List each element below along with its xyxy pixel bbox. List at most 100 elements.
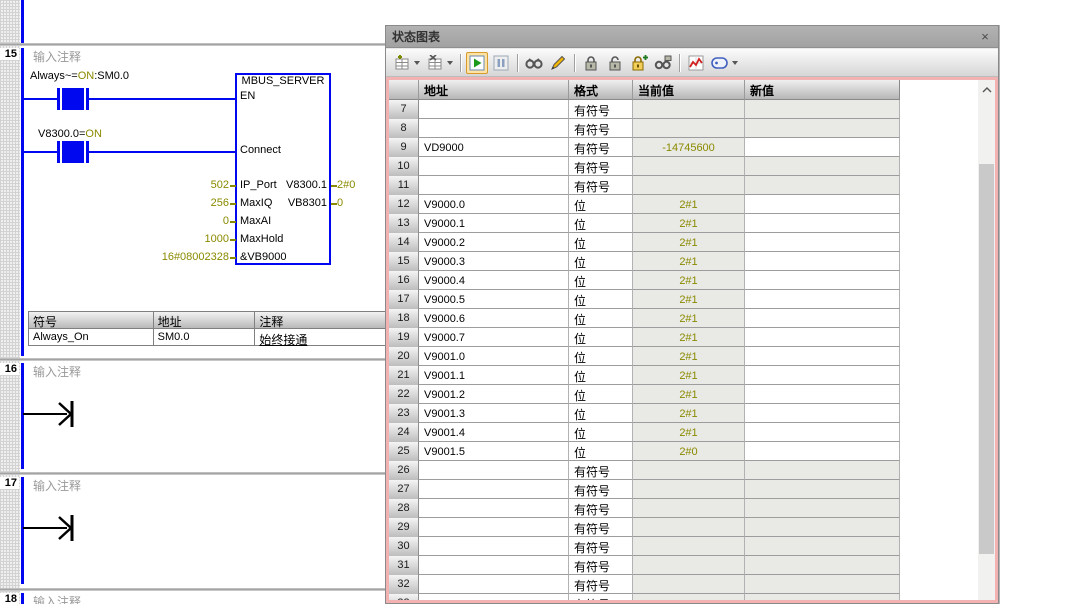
row-number[interactable]: 25 (389, 442, 419, 461)
row-number[interactable]: 33 (389, 594, 419, 603)
address-cell[interactable]: V9000.3 (419, 252, 569, 271)
address-cell[interactable] (419, 461, 569, 480)
format-cell[interactable]: 有符号 (569, 575, 633, 594)
format-cell[interactable]: 位 (569, 233, 633, 252)
row-number[interactable]: 10 (389, 157, 419, 176)
new-value-cell[interactable] (745, 404, 900, 423)
network-16-comment[interactable]: 输入注释 (33, 363, 81, 380)
format-cell[interactable]: 有符号 (569, 157, 633, 176)
row-number[interactable]: 27 (389, 480, 419, 499)
new-value-cell[interactable] (745, 594, 900, 603)
address-cell[interactable]: V9001.0 (419, 347, 569, 366)
bookmark-button[interactable] (709, 52, 731, 74)
trend-view-button[interactable] (685, 52, 707, 74)
address-column-header[interactable]: 地址 (419, 80, 569, 100)
contact-2[interactable] (57, 141, 60, 163)
row-number[interactable]: 31 (389, 556, 419, 575)
new-value-cell[interactable] (745, 518, 900, 537)
format-cell[interactable]: 位 (569, 385, 633, 404)
address-cell[interactable]: V9000.4 (419, 271, 569, 290)
row-number[interactable]: 32 (389, 575, 419, 594)
format-cell[interactable]: 位 (569, 404, 633, 423)
row-number[interactable]: 12 (389, 195, 419, 214)
contact-1-energized[interactable] (62, 88, 84, 110)
address-cell[interactable]: V9000.5 (419, 290, 569, 309)
address-cell[interactable]: V9000.7 (419, 328, 569, 347)
address-cell[interactable]: V9001.3 (419, 404, 569, 423)
network-15-comment[interactable]: 输入注释 (33, 48, 81, 65)
new-value-cell[interactable] (745, 214, 900, 233)
format-cell[interactable]: 位 (569, 442, 633, 461)
row-number[interactable]: 19 (389, 328, 419, 347)
new-value-cell[interactable] (745, 366, 900, 385)
address-cell[interactable] (419, 594, 569, 603)
new-value-cell[interactable] (745, 119, 900, 138)
address-cell[interactable] (419, 119, 569, 138)
open-branch-arrow-icon[interactable] (23, 514, 79, 542)
new-value-cell[interactable] (745, 157, 900, 176)
address-cell[interactable] (419, 499, 569, 518)
open-branch-arrow-icon[interactable] (23, 400, 79, 428)
address-cell[interactable] (419, 575, 569, 594)
row-number[interactable]: 13 (389, 214, 419, 233)
pause-status-button[interactable] (490, 52, 512, 74)
network-17-comment[interactable]: 输入注释 (33, 477, 81, 494)
new-value-cell[interactable] (745, 537, 900, 556)
operand-ip-port[interactable]: 502 (129, 179, 229, 191)
address-cell[interactable]: V9000.2 (419, 233, 569, 252)
new-value-cell[interactable] (745, 442, 900, 461)
new-value-cell[interactable] (745, 100, 900, 119)
new-value-cell[interactable] (745, 233, 900, 252)
new-value-cell[interactable] (745, 347, 900, 366)
new-value-cell[interactable] (745, 385, 900, 404)
new-value-cell[interactable] (745, 138, 900, 157)
format-cell[interactable]: 有符号 (569, 480, 633, 499)
scrollbar-thumb[interactable] (979, 164, 994, 554)
format-cell[interactable]: 有符号 (569, 461, 633, 480)
new-value-cell[interactable] (745, 195, 900, 214)
format-cell[interactable]: 位 (569, 309, 633, 328)
format-cell[interactable]: 有符号 (569, 138, 633, 157)
vertical-scrollbar[interactable] (978, 80, 995, 600)
unforce-button[interactable] (604, 52, 626, 74)
new-value-cell[interactable] (745, 575, 900, 594)
address-cell[interactable]: V9000.1 (419, 214, 569, 233)
operand-maxhold[interactable]: 1000 (129, 233, 229, 245)
format-cell[interactable]: 位 (569, 423, 633, 442)
contact-2-energized[interactable] (62, 141, 84, 163)
network-18-comment[interactable]: 输入注释 (33, 593, 81, 604)
operand-vb9000[interactable]: 16#08002328 (129, 251, 229, 263)
new-value-cell[interactable] (745, 556, 900, 575)
format-cell[interactable]: 有符号 (569, 594, 633, 603)
scroll-up-icon[interactable] (978, 82, 995, 97)
chevron-down-icon[interactable] (732, 61, 738, 65)
row-number[interactable]: 22 (389, 385, 419, 404)
new-value-cell[interactable] (745, 271, 900, 290)
format-cell[interactable]: 有符号 (569, 518, 633, 537)
format-cell[interactable]: 有符号 (569, 119, 633, 138)
new-value-cell[interactable] (745, 499, 900, 518)
format-cell[interactable]: 有符号 (569, 537, 633, 556)
row-number[interactable]: 29 (389, 518, 419, 537)
row-number[interactable]: 23 (389, 404, 419, 423)
row-number[interactable]: 17 (389, 290, 419, 309)
contact-1[interactable] (57, 88, 60, 110)
format-cell[interactable]: 有符号 (569, 100, 633, 119)
row-number[interactable]: 11 (389, 176, 419, 195)
address-cell[interactable] (419, 157, 569, 176)
format-cell[interactable]: 有符号 (569, 176, 633, 195)
operand-maxai[interactable]: 0 (129, 215, 229, 227)
address-cell[interactable]: V9001.2 (419, 385, 569, 404)
new-value-cell[interactable] (745, 290, 900, 309)
address-cell[interactable] (419, 176, 569, 195)
row-number[interactable]: 15 (389, 252, 419, 271)
new-value-column-header[interactable]: 新值 (745, 80, 900, 100)
format-cell[interactable]: 有符号 (569, 556, 633, 575)
current-value-column-header[interactable]: 当前值 (633, 80, 745, 100)
row-number[interactable]: 14 (389, 233, 419, 252)
new-value-cell[interactable] (745, 328, 900, 347)
new-value-cell[interactable] (745, 309, 900, 328)
address-cell[interactable]: V9001.4 (419, 423, 569, 442)
format-cell[interactable]: 位 (569, 290, 633, 309)
read-forced-button[interactable] (652, 52, 674, 74)
